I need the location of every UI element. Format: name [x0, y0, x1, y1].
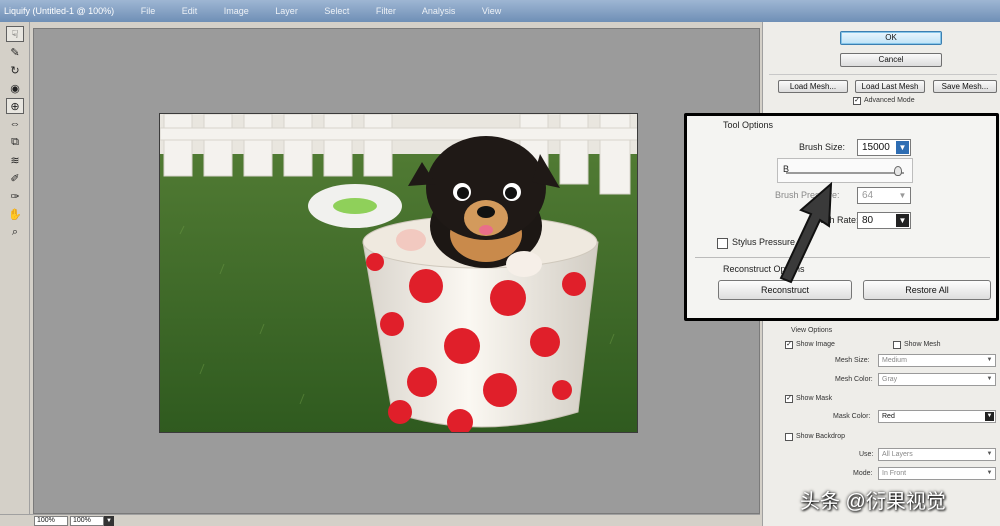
- freeze-mask-tool[interactable]: ✐: [6, 170, 24, 186]
- mesh-size-label: Mesh Size:: [835, 357, 870, 364]
- show-backdrop-label: Show Backdrop: [796, 433, 846, 440]
- brush-size-value: 15000: [862, 142, 890, 153]
- brush-pressure-field[interactable]: 64 ▼: [857, 187, 911, 204]
- window-title: Liquify (Untitled-1 @ 100%): [4, 6, 115, 16]
- brush-size-label: Brush Size:: [799, 142, 846, 152]
- thaw-mask-tool[interactable]: ✑: [6, 188, 24, 204]
- mask-color-value: Red: [882, 413, 895, 420]
- show-image-checkbox[interactable]: ✓: [785, 341, 793, 349]
- ok-button[interactable]: OK: [840, 31, 942, 45]
- preview-canvas[interactable]: [33, 28, 760, 514]
- mask-color-label: Mask Color:: [833, 413, 871, 420]
- zoom-dropdown-arrow-icon[interactable]: ▼: [104, 516, 114, 526]
- stylus-pressure-checkbox[interactable]: [717, 238, 728, 249]
- chevron-down-icon: ▼: [986, 376, 993, 382]
- backdrop-mode-value: In Front: [882, 470, 907, 477]
- cancel-button[interactable]: Cancel: [840, 53, 942, 67]
- brush-rate-value: 80: [862, 215, 874, 226]
- twirl-tool[interactable]: ↻: [6, 62, 24, 78]
- show-mask-label: Show Mask: [796, 395, 833, 402]
- chevron-down-icon[interactable]: ▼: [896, 189, 909, 202]
- chevron-down-icon: ▼: [986, 470, 993, 476]
- brush-rate-field[interactable]: 80 ▼: [857, 212, 911, 229]
- chevron-down-icon: ▼: [985, 412, 994, 421]
- view-options-legend: View Options: [791, 327, 833, 334]
- brush-density-label: B: [783, 164, 790, 174]
- chevron-down-icon: ▼: [986, 451, 993, 457]
- pointer-arrow-icon: [779, 181, 833, 284]
- menu-ghost: Filter: [375, 6, 396, 16]
- mask-color-select[interactable]: Red ▼: [878, 410, 996, 423]
- pucker-tool[interactable]: ◉: [6, 80, 24, 96]
- turbulence-tool[interactable]: ≋: [6, 152, 24, 168]
- hand-tool[interactable]: ✋: [6, 206, 24, 222]
- restore-all-button[interactable]: Restore All: [863, 280, 991, 300]
- load-last-mesh-button[interactable]: Load Last Mesh: [855, 80, 925, 93]
- save-mesh-button[interactable]: Save Mesh...: [933, 80, 997, 93]
- zoom-tool[interactable]: ⌕: [6, 224, 24, 240]
- chevron-down-icon[interactable]: ▼: [896, 214, 909, 227]
- preview-image: [159, 113, 638, 433]
- show-image-label: Show Image: [796, 341, 835, 348]
- forward-warp-tool[interactable]: ☟: [6, 26, 24, 42]
- puppy-in-cup-image: [160, 114, 637, 432]
- use-layers-value: All Layers: [882, 451, 913, 458]
- slider-thumb[interactable]: [894, 166, 902, 176]
- push-left-tool[interactable]: ⇔: [6, 116, 24, 132]
- tool-options-callout: Tool Options Brush Size: 15000 ▼ B Brush…: [684, 113, 999, 321]
- status-bar: 100% 100% ▼: [0, 514, 760, 526]
- backdrop-mode-select[interactable]: In Front ▼: [878, 467, 996, 480]
- use-layers-select[interactable]: All Layers ▼: [878, 448, 996, 461]
- menu-ghost: Layer: [275, 6, 298, 16]
- chevron-down-icon[interactable]: ▼: [896, 141, 909, 154]
- menu-ghost: View: [481, 6, 502, 16]
- mesh-size-value: Medium: [882, 357, 907, 364]
- bloat-tool[interactable]: ⊕: [6, 98, 24, 114]
- tool-options-legend: Tool Options: [723, 120, 774, 130]
- mesh-size-select[interactable]: Medium ▼: [878, 354, 996, 367]
- mesh-color-label: Mesh Color:: [835, 376, 873, 383]
- advanced-mode-checkbox[interactable]: ✓: [853, 97, 861, 105]
- brush-size-field[interactable]: 15000 ▼: [857, 139, 911, 156]
- menu-ghost: File: [140, 6, 156, 16]
- brush-pressure-value: 64: [862, 190, 874, 201]
- mesh-color-select[interactable]: Gray ▼: [878, 373, 996, 386]
- divider: [769, 74, 997, 75]
- advanced-mode-label: Advanced Mode: [864, 97, 915, 104]
- show-mesh-label: Show Mesh: [904, 341, 941, 348]
- load-mesh-button[interactable]: Load Mesh...: [778, 80, 848, 93]
- menu-ghost: Edit: [181, 6, 198, 16]
- mirror-tool[interactable]: ⧉: [6, 134, 24, 150]
- slider-track: [786, 172, 904, 174]
- mode-label: Mode:: [853, 470, 873, 477]
- title-bar: Liquify (Untitled-1 @ 100%) File Edit Im…: [0, 0, 1000, 22]
- zoom-level-field[interactable]: 100%: [70, 516, 104, 526]
- use-label: Use:: [859, 451, 874, 458]
- tool-strip: ☟ ✎ ↻ ◉ ⊕ ⇔ ⧉ ≋ ✐ ✑ ✋ ⌕: [0, 22, 30, 514]
- menu-ghost: Select: [324, 6, 350, 16]
- mesh-color-value: Gray: [882, 376, 898, 383]
- show-mesh-checkbox[interactable]: [893, 341, 901, 349]
- menu-ghost: Image: [223, 6, 249, 16]
- zoom-out-field[interactable]: 100%: [34, 516, 68, 526]
- chevron-down-icon: ▼: [986, 357, 993, 363]
- show-mask-checkbox[interactable]: ✓: [785, 395, 793, 403]
- watermark-text: 头条 @衍果视觉: [800, 491, 946, 513]
- reconstruct-tool[interactable]: ✎: [6, 44, 24, 60]
- show-backdrop-checkbox[interactable]: [785, 433, 793, 441]
- menu-ghost: Analysis: [421, 6, 456, 16]
